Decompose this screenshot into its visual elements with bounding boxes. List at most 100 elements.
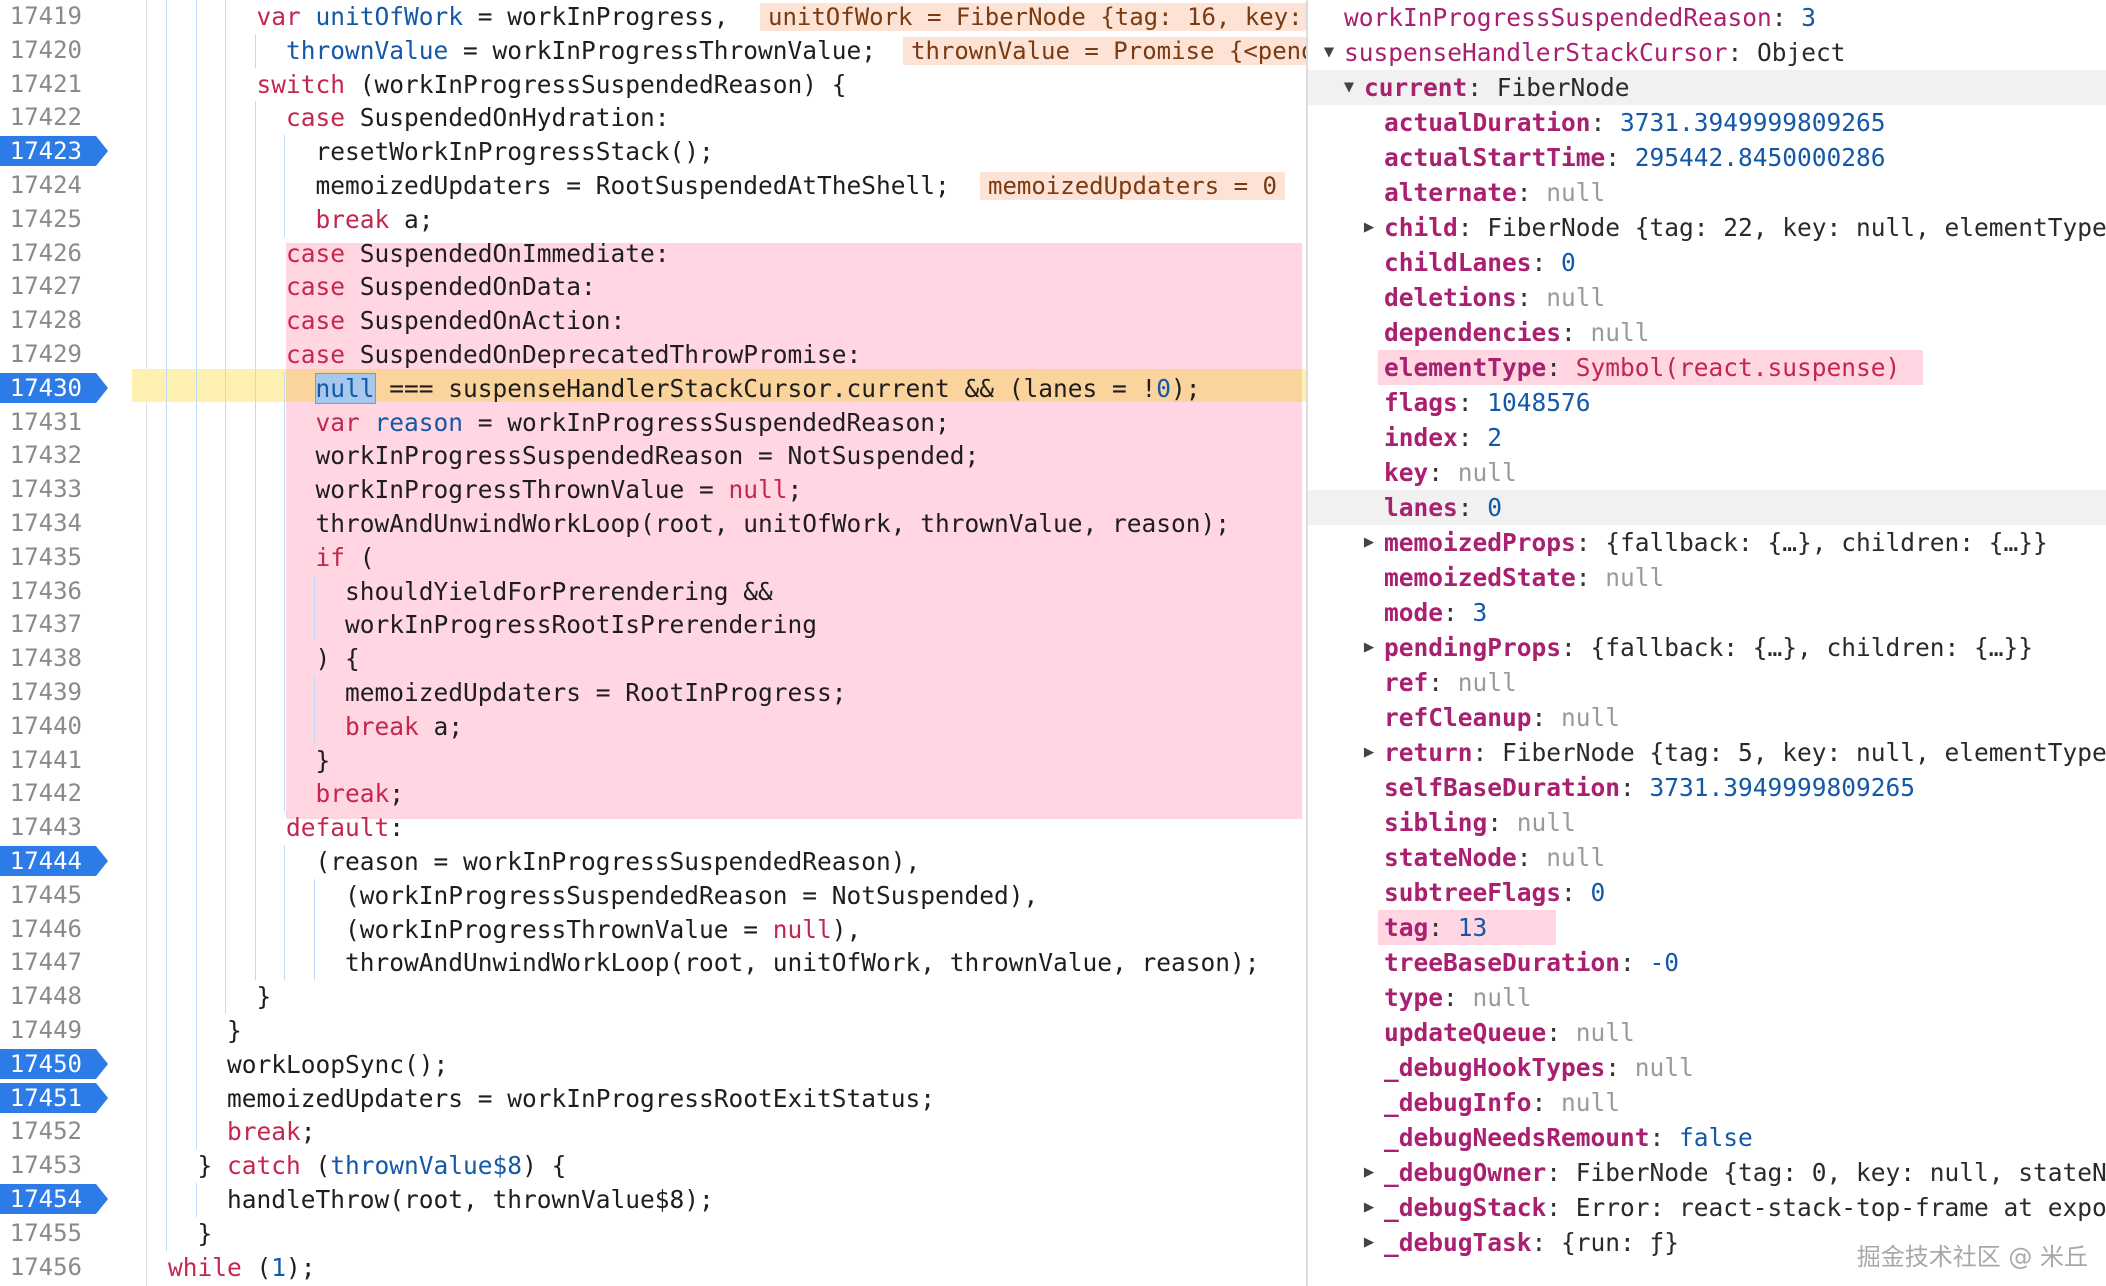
breakpoint-line-number[interactable]: 17423 xyxy=(0,136,108,167)
scope-property-row[interactable]: ▶ return: FiberNode {tag: 5, key: null, e… xyxy=(1308,735,2106,770)
scope-property-row[interactable]: selfBaseDuration: 3731.3949999809265 xyxy=(1308,770,2106,805)
scope-property-row[interactable]: dependencies: null xyxy=(1308,315,2106,350)
line-number[interactable]: 17432 xyxy=(0,440,96,470)
scope-property-row[interactable]: deletions: null xyxy=(1308,280,2106,315)
code-line[interactable]: 17454 handleThrow(root, thrownValue$8); xyxy=(0,1183,1306,1217)
scope-property-row[interactable]: memoizedState: null xyxy=(1308,560,2106,595)
code-line[interactable]: 17455} xyxy=(0,1216,1306,1251)
line-number[interactable]: 17427 xyxy=(0,271,96,301)
code-line[interactable]: 17449} xyxy=(0,1014,1306,1048)
scope-property-row[interactable]: ▶ _debugOwner: FiberNode {tag: 0, key: nu… xyxy=(1308,1155,2106,1190)
scope-property-row[interactable]: refCleanup: null xyxy=(1308,700,2106,735)
line-number[interactable]: 17453 xyxy=(0,1150,96,1180)
code-line[interactable]: 17422 case SuspendedOnHydration: xyxy=(0,101,1306,136)
code-line[interactable]: 17431 var reason = workInProgressSuspende… xyxy=(0,405,1306,440)
code-line[interactable]: 17444 (reason = workInProgressSuspendedRe… xyxy=(0,845,1306,879)
line-number[interactable]: 17441 xyxy=(0,745,96,775)
code-line[interactable]: 17432 workInProgressSuspendedReason = Not… xyxy=(0,439,1306,474)
breakpoint-line-number[interactable]: 17451 xyxy=(0,1082,108,1113)
collapse-triangle-icon[interactable]: ▼ xyxy=(1340,70,1358,105)
scope-property-row[interactable]: index: 2 xyxy=(1308,420,2106,455)
code-line[interactable]: 17435 if ( xyxy=(0,540,1306,575)
expand-triangle-icon[interactable]: ▶ xyxy=(1360,735,1378,770)
scope-property-row[interactable]: ▶ pendingProps: {fallback: {…}, children:… xyxy=(1308,630,2106,665)
line-number[interactable]: 17455 xyxy=(0,1218,96,1248)
scope-property-row[interactable]: ▼ suspenseHandlerStackCursor: Object xyxy=(1308,35,2106,70)
line-number[interactable]: 17447 xyxy=(0,947,96,977)
scope-property-row[interactable]: _debugInfo: null xyxy=(1308,1085,2106,1120)
code-line[interactable]: 17451 memoizedUpdaters = workInProgressRo… xyxy=(0,1081,1306,1116)
line-number[interactable]: 17437 xyxy=(0,609,96,639)
line-number[interactable]: 17428 xyxy=(0,305,96,335)
code-line[interactable]: 17423 resetWorkInProgressStack(); xyxy=(0,135,1306,169)
code-line[interactable]: 17447 throwAndUnwindWorkLoop(root, unitOf… xyxy=(0,946,1306,981)
scope-property-row[interactable]: type: null xyxy=(1308,980,2106,1015)
code-line[interactable]: 17437 workInProgressRootIsPrerendering xyxy=(0,608,1306,643)
code-line[interactable]: 17450 workLoopSync(); xyxy=(0,1047,1306,1082)
breakpoint-line-number[interactable]: 17430 xyxy=(0,372,108,403)
expand-triangle-icon[interactable]: ▶ xyxy=(1360,525,1378,560)
line-number[interactable]: 17425 xyxy=(0,204,96,234)
line-number[interactable]: 17448 xyxy=(0,981,96,1011)
line-number[interactable]: 17445 xyxy=(0,880,96,910)
code-line[interactable]: 17440 break a; xyxy=(0,709,1306,744)
code-line[interactable]: 17429 case SuspendedOnDeprecatedThrowProm… xyxy=(0,338,1306,372)
line-number[interactable]: 17434 xyxy=(0,508,96,538)
scope-property-row[interactable]: actualDuration: 3731.3949999809265 xyxy=(1308,105,2106,140)
line-number[interactable]: 17443 xyxy=(0,812,96,842)
scope-property-row[interactable]: updateQueue: null xyxy=(1308,1015,2106,1050)
code-line[interactable]: 17443 default: xyxy=(0,811,1306,845)
line-number[interactable]: 17449 xyxy=(0,1015,96,1045)
line-number[interactable]: 17438 xyxy=(0,643,96,673)
line-number[interactable]: 17435 xyxy=(0,542,96,572)
scope-property-row[interactable]: _debugHookTypes: null xyxy=(1308,1050,2106,1085)
line-number[interactable]: 17424 xyxy=(0,170,96,200)
code-line[interactable]: 17434 throwAndUnwindWorkLoop(root, unitOf… xyxy=(0,507,1306,541)
scope-property-row[interactable]: subtreeFlags: 0 xyxy=(1308,875,2106,910)
code-line[interactable]: 17446 (workInProgressThrownValue = null), xyxy=(0,912,1306,947)
inline-value-preview[interactable]: thrownValue = Promise {<pending>} xyxy=(903,36,1306,65)
line-number[interactable]: 17436 xyxy=(0,576,96,606)
code-line[interactable]: 17453} catch (thrownValue$8) { xyxy=(0,1149,1306,1183)
scope-property-row[interactable]: ▶ _debugStack: Error: react-stack-top-fra… xyxy=(1308,1190,2106,1225)
scope-property-row[interactable]: sibling: null xyxy=(1308,805,2106,840)
scope-property-row[interactable]: treeBaseDuration: -0 xyxy=(1308,945,2106,980)
code-line[interactable]: 17421 switch (workInProgressSuspendedReas… xyxy=(0,67,1306,102)
scope-property-row[interactable]: _debugNeedsRemount: false xyxy=(1308,1120,2106,1155)
line-number[interactable]: 17446 xyxy=(0,914,96,944)
expand-triangle-icon[interactable]: ▶ xyxy=(1360,1190,1378,1225)
expand-triangle-icon[interactable]: ▶ xyxy=(1360,1155,1378,1190)
line-number[interactable]: 17429 xyxy=(0,339,96,369)
code-line[interactable]: 17456 while (1); xyxy=(0,1251,1306,1285)
line-number[interactable]: 17440 xyxy=(0,711,96,741)
line-number[interactable]: 17433 xyxy=(0,474,96,504)
expand-triangle-icon[interactable]: ▶ xyxy=(1360,630,1378,665)
code-line[interactable]: 17452 break; xyxy=(0,1115,1306,1150)
line-number[interactable]: 17456 xyxy=(0,1252,96,1282)
code-line[interactable]: 17441} xyxy=(0,743,1306,778)
code-line[interactable]: 17433 workInProgressThrownValue = null; xyxy=(0,473,1306,507)
code-line[interactable]: 17425 break a; xyxy=(0,202,1306,237)
scope-property-row[interactable]: flags: 1048576 xyxy=(1308,385,2106,420)
inline-value-preview[interactable]: memoizedUpdaters = 0 xyxy=(980,172,1285,200)
scope-property-row[interactable]: actualStartTime: 295442.8450000286 xyxy=(1308,140,2106,175)
code-line[interactable]: 17445 (workInProgressSuspendedReason = No… xyxy=(0,878,1306,913)
scope-property-row[interactable]: ▼ current: FiberNode xyxy=(1308,70,2106,105)
expand-triangle-icon[interactable]: ▶ xyxy=(1360,210,1378,245)
code-line[interactable]: 17430 null === suspenseHandlerStackCursor… xyxy=(0,371,1306,406)
scope-property-row[interactable]: ▶ child: FiberNode {tag: 22, key: null, e… xyxy=(1308,210,2106,245)
line-number[interactable]: 17426 xyxy=(0,238,96,268)
scope-property-row[interactable]: childLanes: 0 xyxy=(1308,245,2106,280)
line-number[interactable]: 17421 xyxy=(0,69,96,99)
scope-property-row[interactable]: tag: 13 xyxy=(1308,910,2106,945)
line-number[interactable]: 17420 xyxy=(0,35,96,65)
code-line[interactable]: 17424 memoizedUpdaters = RootSuspendedAtT… xyxy=(0,169,1306,203)
breakpoint-line-number[interactable]: 17450 xyxy=(0,1048,108,1079)
scope-property-row[interactable]: ▶ memoizedProps: {fallback: {…}, children… xyxy=(1308,525,2106,560)
code-line[interactable]: 17439 memoizedUpdaters = RootInProgress; xyxy=(0,676,1306,710)
code-line[interactable]: 17428 case SuspendedOnAction: xyxy=(0,304,1306,338)
code-line[interactable]: 17438) { xyxy=(0,642,1306,676)
code-line[interactable]: 17436 shouldYieldForPrerendering && xyxy=(0,574,1306,609)
breakpoint-line-number[interactable]: 17444 xyxy=(0,846,108,876)
code-line[interactable]: 17420 thrownValue = workInProgressThrownV… xyxy=(0,33,1306,68)
